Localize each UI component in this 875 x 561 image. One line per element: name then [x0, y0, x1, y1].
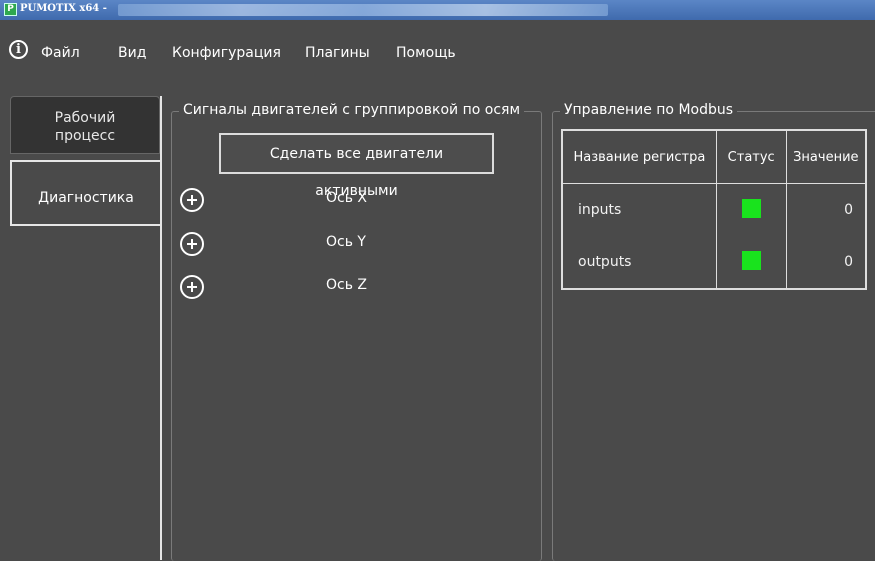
status-cell: [716, 236, 787, 289]
obscured-path: [118, 4, 608, 16]
status-led-icon: [741, 250, 761, 270]
app-icon: P: [4, 3, 17, 16]
modbus-group: Управление по Modbus Название регистра С…: [552, 102, 875, 561]
tab-panel-border: [160, 96, 162, 560]
column-header-status[interactable]: Статус: [716, 130, 787, 184]
column-header-value[interactable]: Значение: [786, 130, 867, 184]
window-title: PUMOTIX x64 -: [20, 3, 107, 14]
register-name: inputs: [562, 183, 717, 236]
axis-label: Ось Z: [326, 277, 368, 293]
expand-plus-icon[interactable]: [180, 188, 204, 212]
modbus-table: Название регистра Статус Значение inputs…: [561, 129, 867, 290]
tab-workflow[interactable]: Рабочий процесс: [10, 96, 160, 154]
motors-group-title: Сигналы двигателей с группировкой по ося…: [179, 102, 525, 118]
axis-row-x: Ось X: [180, 188, 520, 214]
activate-all-motors-button[interactable]: Сделать все двигатели активными: [219, 133, 494, 199]
motors-group: Сигналы двигателей с группировкой по ося…: [171, 102, 542, 561]
axis-row-y: Ось Y: [180, 232, 520, 258]
axis-row-z: Ось Z: [180, 275, 520, 301]
tab-diagnostics[interactable]: Диагностика: [10, 160, 160, 226]
status-cell: [716, 183, 787, 236]
tab-diagnostics-label: Диагностика: [38, 190, 134, 206]
menu-plugins[interactable]: Плагины: [305, 45, 370, 61]
axis-label: Ось Y: [326, 234, 366, 250]
register-name: outputs: [562, 236, 717, 289]
column-header-register[interactable]: Название регистра: [562, 130, 717, 184]
status-led-icon: [741, 198, 761, 218]
menu-file[interactable]: Файл: [41, 45, 80, 61]
menu-bar: i Файл Вид Конфигурация Плагины Помощь: [0, 28, 875, 78]
register-value: 0: [786, 183, 867, 236]
menu-configuration[interactable]: Конфигурация: [172, 45, 281, 61]
menu-help[interactable]: Помощь: [396, 45, 456, 61]
expand-plus-icon[interactable]: [180, 232, 204, 256]
title-bar: P PUMOTIX x64 -: [0, 0, 875, 20]
axis-label: Ось X: [326, 190, 368, 206]
table-row[interactable]: outputs 0: [562, 236, 867, 289]
register-value: 0: [786, 236, 867, 289]
table-header: Название регистра Статус Значение: [562, 130, 867, 184]
info-icon[interactable]: i: [9, 40, 28, 59]
tab-workflow-label: Рабочий процесс: [54, 110, 116, 144]
table-row[interactable]: inputs 0: [562, 183, 867, 236]
expand-plus-icon[interactable]: [180, 275, 204, 299]
menu-view[interactable]: Вид: [118, 45, 146, 61]
modbus-group-title: Управление по Modbus: [560, 102, 738, 118]
